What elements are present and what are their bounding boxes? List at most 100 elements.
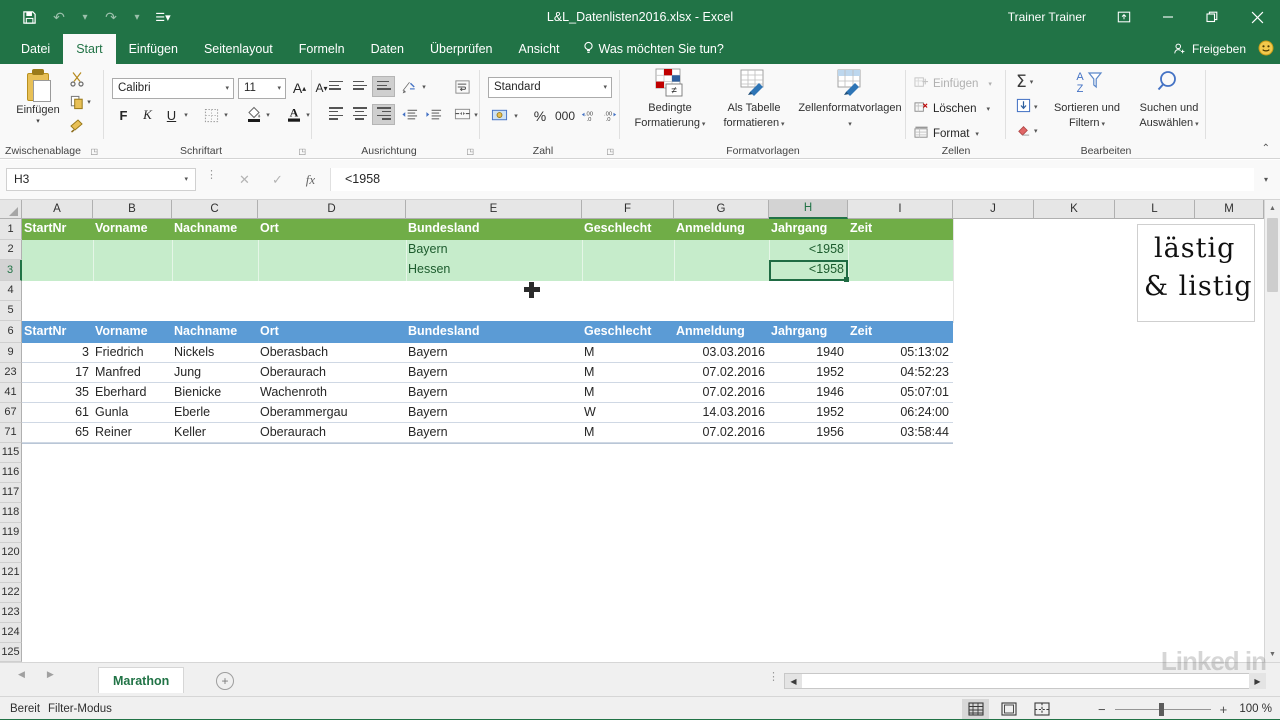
next-sheet-icon[interactable]: ▶ [47, 669, 54, 680]
criteria-header-geschlecht[interactable]: Geschlecht [584, 219, 670, 240]
vertical-scroll-thumb[interactable] [1267, 218, 1278, 292]
restore-icon[interactable] [1190, 0, 1234, 34]
scroll-left-icon[interactable]: ◀ [785, 674, 802, 688]
spreadsheet-grid[interactable]: ABCDEFGHIJKLM 1 2 3 4 5 6 9 23 41 67 71 115 116 117 11… [0, 200, 1280, 662]
vertical-scrollbar[interactable]: ▲ ▼ [1264, 200, 1280, 662]
fill-dropdown-icon[interactable]: ▾ [1034, 103, 1038, 111]
decrease-decimal-icon[interactable]: .00.0 [600, 105, 618, 126]
share-button[interactable]: Freigeben [1173, 42, 1246, 56]
cell-geschlecht-41[interactable]: M [584, 383, 670, 403]
alignment-dialog-launcher[interactable]: ◳ [466, 147, 474, 156]
cell-startnr-41[interactable]: 35 [24, 383, 89, 403]
column-header-C[interactable]: C [172, 200, 258, 219]
number-format-dropdown-icon[interactable]: ▾ [603, 78, 607, 97]
number-dialog-launcher[interactable]: ◳ [606, 147, 614, 156]
row-header-120[interactable]: 120 [0, 543, 22, 563]
align-left-icon[interactable] [324, 104, 347, 125]
find-select-button[interactable]: Suchen und Auswählen ▾ [1128, 68, 1210, 131]
tab-datei[interactable]: Datei [8, 34, 63, 64]
column-header-B[interactable]: B [93, 200, 172, 219]
cell-zeit-41[interactable]: 05:07:01 [850, 383, 949, 403]
clipboard-dialog-launcher[interactable]: ◳ [90, 147, 98, 156]
cell-nachname-9[interactable]: Nickels [174, 343, 254, 363]
prev-sheet-icon[interactable]: ◀ [18, 669, 25, 680]
cell-startnr-9[interactable]: 3 [24, 343, 89, 363]
zoom-slider-thumb[interactable] [1158, 702, 1164, 716]
column-header-G[interactable]: G [674, 200, 769, 219]
table-header-startnr[interactable]: StartNr [24, 321, 89, 343]
row-header-71[interactable]: 71 [0, 423, 22, 443]
criteria-header-vorname[interactable]: Vorname [95, 219, 168, 240]
cell-jahrgang-23[interactable]: 1952 [771, 363, 844, 383]
table-header-vorname[interactable]: Vorname [95, 321, 168, 343]
table-header-ort[interactable]: Ort [260, 321, 402, 343]
clear-dropdown-icon[interactable]: ▾ [1034, 127, 1038, 135]
borders-dropdown-icon[interactable]: ▾ [220, 104, 232, 126]
number-format-select[interactable]: Standard ▾ [488, 77, 612, 98]
zoom-slider-track[interactable] [1114, 702, 1211, 716]
font-name-dropdown-icon[interactable]: ▾ [225, 79, 229, 98]
format-as-table-button[interactable]: Als Tabelle formatieren ▾ [718, 68, 790, 131]
confirm-icon[interactable]: ✓ [261, 168, 294, 191]
row-header-3[interactable]: 3 [0, 260, 22, 281]
formula-input[interactable]: <1958 [330, 168, 1254, 191]
criteria-bundesland-2[interactable]: Bayern [408, 240, 578, 260]
table-header-zeit[interactable]: Zeit [850, 321, 949, 343]
cell-geschlecht-23[interactable]: M [584, 363, 670, 383]
cut-icon[interactable] [64, 68, 90, 90]
column-header-H[interactable]: H [769, 200, 848, 219]
cell-nachname-67[interactable]: Eberle [174, 403, 254, 423]
row-header-2[interactable]: 2 [0, 240, 22, 260]
cell-zeit-23[interactable]: 04:52:23 [850, 363, 949, 383]
cell-nachname-71[interactable]: Keller [174, 423, 254, 443]
cell-ort-9[interactable]: Oberasbach [260, 343, 402, 363]
font-name-input[interactable]: Calibri ▾ [112, 78, 234, 99]
criteria-header-jahrgang[interactable]: Jahrgang [771, 219, 844, 240]
cell-bundesland-67[interactable]: Bayern [408, 403, 578, 423]
cell-vorname-71[interactable]: Reiner [95, 423, 168, 443]
zoom-control[interactable]: − + [1098, 697, 1227, 720]
tab-einfuegen[interactable]: Einfügen [116, 34, 191, 64]
comma-style-button[interactable]: 000 [552, 105, 578, 126]
italic-button[interactable]: K [136, 104, 159, 126]
row-header-115[interactable]: 115 [0, 443, 22, 463]
table-header-anmeldung[interactable]: Anmeldung [676, 321, 765, 343]
cell-styles-button[interactable]: Zellenformatvorlagen ▾ [796, 68, 904, 131]
fill-color-dropdown-icon[interactable]: ▾ [262, 104, 274, 126]
row-header-4[interactable]: 4 [0, 281, 22, 301]
tell-me-box[interactable]: Was möchten Sie tun? [573, 34, 724, 64]
column-header-J[interactable]: J [953, 200, 1034, 219]
table-header-bundesland[interactable]: Bundesland [408, 321, 578, 343]
cell-vorname-41[interactable]: Eberhard [95, 383, 168, 403]
font-dialog-launcher[interactable]: ◳ [298, 147, 306, 156]
cell-anmeldung-67[interactable]: 14.03.2016 [676, 403, 765, 423]
row-header-125[interactable]: 125 [0, 643, 22, 662]
cell-jahrgang-9[interactable]: 1940 [771, 343, 844, 363]
currency-format-icon[interactable] [488, 105, 510, 126]
increase-indent-icon[interactable] [422, 104, 445, 125]
select-all-corner[interactable] [0, 200, 22, 219]
tab-ueberpruefen[interactable]: Überprüfen [417, 34, 506, 64]
cell-styles-dropdown-icon[interactable]: ▾ [848, 121, 852, 128]
expand-formula-bar-icon[interactable]: ▾ [1256, 168, 1276, 191]
currency-dropdown-icon[interactable]: ▾ [510, 105, 522, 126]
fill-button[interactable]: ▾ [1016, 98, 1038, 116]
criteria-header-nachname[interactable]: Nachname [174, 219, 254, 240]
cell-jahrgang-71[interactable]: 1956 [771, 423, 844, 443]
cell-ort-23[interactable]: Oberaurach [260, 363, 402, 383]
column-header-M[interactable]: M [1195, 200, 1264, 219]
sort-filter-button[interactable]: A Z Sortieren und Filtern ▾ [1048, 68, 1126, 131]
criteria-header-bundesland[interactable]: Bundesland [408, 219, 578, 240]
collapse-ribbon-icon[interactable]: ⌃ [1262, 143, 1270, 154]
bold-button[interactable]: F [112, 104, 135, 126]
cell-bundesland-23[interactable]: Bayern [408, 363, 578, 383]
row-header-119[interactable]: 119 [0, 523, 22, 543]
table-header-nachname[interactable]: Nachname [174, 321, 254, 343]
cell-nachname-41[interactable]: Bienicke [174, 383, 254, 403]
cell-geschlecht-9[interactable]: M [584, 343, 670, 363]
increase-decimal-icon[interactable]: .00.0 [580, 105, 598, 126]
row-header-5[interactable]: 5 [0, 301, 22, 321]
name-box-dropdown-icon[interactable]: ▾ [184, 169, 188, 190]
decrease-indent-icon[interactable] [398, 104, 421, 125]
horizontal-split-grip[interactable]: ⋮ [768, 672, 779, 683]
